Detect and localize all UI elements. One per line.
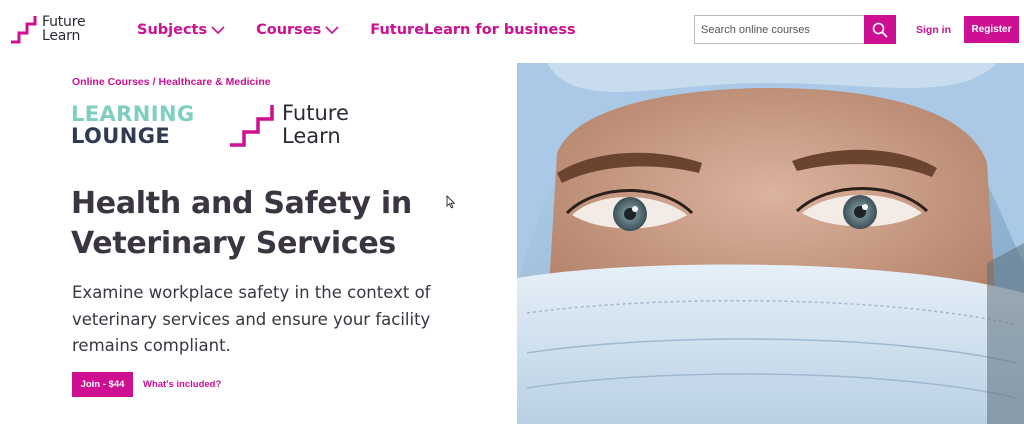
mouse-cursor-icon xyxy=(446,195,456,209)
nav-subjects-label: Subjects xyxy=(137,22,208,38)
logo-text-future: Future xyxy=(42,14,86,30)
course-description: Examine workplace safety in the context … xyxy=(72,283,431,355)
join-button[interactable]: Join - $44 xyxy=(72,372,133,397)
nav-courses-label: Courses xyxy=(256,22,322,38)
learning-lounge-line1: LEARNING xyxy=(71,102,195,126)
futurelearn-partner-text-learn: Learn xyxy=(282,124,341,148)
learning-lounge-logo: LEARNING LOUNGE xyxy=(71,103,195,147)
whats-included-link[interactable]: What's included? xyxy=(143,379,221,390)
breadcrumb-healthcare[interactable]: Healthcare & Medicine xyxy=(159,76,271,88)
search-input[interactable] xyxy=(694,15,864,44)
breadcrumb-separator: / xyxy=(152,76,156,88)
logo-text-learn: Learn xyxy=(42,28,81,44)
masked-healthcare-worker-image xyxy=(517,63,1024,424)
nav-subjects[interactable]: Subjects xyxy=(137,22,225,38)
site-header: Future Learn Subjects Courses FutureLear… xyxy=(0,0,1024,62)
futurelearn-steps-icon xyxy=(230,105,274,147)
chevron-down-icon xyxy=(325,25,339,34)
sign-in-link[interactable]: Sign in xyxy=(916,24,951,36)
futurelearn-partner-logo: Future Learn xyxy=(229,101,369,149)
search-icon xyxy=(872,22,888,38)
futurelearn-partner-text-future: Future xyxy=(282,101,349,125)
main-nav: Subjects Courses FutureLearn for busines… xyxy=(137,22,576,38)
chevron-down-icon xyxy=(211,25,225,34)
futurelearn-logo[interactable]: Future Learn xyxy=(10,14,100,48)
breadcrumb-online-courses[interactable]: Online Courses xyxy=(72,76,150,88)
nav-business[interactable]: FutureLearn for business xyxy=(370,22,575,38)
search-button[interactable] xyxy=(864,15,896,44)
learning-lounge-line2: LOUNGE xyxy=(71,124,171,148)
register-button[interactable]: Register xyxy=(964,16,1019,43)
breadcrumb: Online Courses / Healthcare & Medicine xyxy=(72,76,271,88)
nav-courses[interactable]: Courses xyxy=(256,22,339,38)
hero-image xyxy=(517,63,1024,424)
nav-business-label: FutureLearn for business xyxy=(370,22,576,38)
futurelearn-logo-icon xyxy=(11,16,37,44)
search-bar xyxy=(694,15,896,44)
course-title: Health and Safety in Veterinary Services xyxy=(71,186,412,261)
